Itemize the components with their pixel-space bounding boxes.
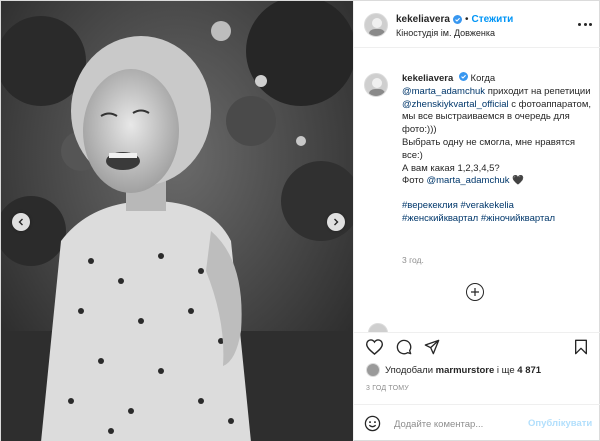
caption-timestamp: 3 год.: [402, 255, 424, 265]
caption-text: Фото: [402, 175, 424, 187]
share-icon[interactable]: [424, 339, 440, 358]
caption-text: Выбрать одну не смогла, мне нравятся все…: [402, 136, 575, 161]
post-timestamp[interactable]: 3 ГОД ТОМУ: [366, 385, 409, 392]
comment-icon[interactable]: [396, 339, 412, 358]
mention-link[interactable]: @marta_adamchuk: [426, 175, 509, 186]
caption-text: приходит на репетиции: [487, 85, 591, 97]
avatar[interactable]: [364, 13, 388, 37]
photo-image: [1, 1, 353, 441]
post-photo[interactable]: [1, 1, 353, 441]
hashtag-link[interactable]: #верекеклия: [402, 200, 458, 211]
separator-dot: •: [464, 14, 469, 25]
mention-link[interactable]: @zhenskiykvartal_official: [402, 99, 509, 110]
post-container: kekeliavera • Стежити Кіностудія ім. Дов…: [0, 0, 600, 441]
likes-summary[interactable]: Уподобали marmurstore і ще 4 871: [366, 363, 541, 377]
more-icon[interactable]: [578, 19, 592, 29]
username-link[interactable]: kekeliavera: [396, 14, 450, 25]
post-caption: kekeliavera Когда @marta_adamchuk приход…: [402, 72, 592, 226]
comment-input[interactable]: [394, 414, 524, 434]
publish-button[interactable]: Опублікувати: [528, 418, 592, 429]
caption-username[interactable]: kekeliavera: [402, 73, 453, 84]
plus-circle-icon[interactable]: [466, 283, 484, 301]
bookmark-icon[interactable]: [574, 339, 588, 358]
follow-button[interactable]: Стежити: [471, 14, 513, 25]
likes-prefix: Уподобали: [385, 364, 434, 376]
hashtag-link[interactable]: #жіночийквартал: [481, 213, 555, 224]
next-photo-button[interactable]: [327, 213, 345, 231]
post-header: kekeliavera • Стежити Кіностудія ім. Дов…: [354, 1, 600, 48]
partial-comment: [354, 319, 600, 333]
action-bar: [354, 333, 600, 361]
avatar[interactable]: [364, 73, 388, 97]
chevron-right-icon: [334, 218, 339, 226]
hashtag-link[interactable]: #женскийквартал: [402, 213, 478, 224]
mention-link[interactable]: @marta_adamchuk: [402, 86, 485, 97]
caption-text: А вам какая 1,2,3,4,5?: [402, 162, 500, 174]
caption-emoji: 🖤: [512, 175, 524, 187]
smiley-icon[interactable]: [364, 415, 381, 435]
liker-username[interactable]: marmurstore: [436, 365, 495, 376]
avatar[interactable]: [368, 323, 388, 332]
header-user-line: kekeliavera • Стежити: [396, 14, 513, 25]
likes-count[interactable]: 4 871: [517, 365, 541, 376]
comments-section: kekeliavera Когда @marta_adamchuk приход…: [354, 49, 600, 319]
location-link[interactable]: Кіностудія ім. Довженка: [396, 28, 495, 38]
hashtag-link[interactable]: #verakekelia: [461, 200, 514, 211]
verified-badge-icon: [452, 15, 462, 24]
hashtag-list: #верекеклия #verakekelia #женскийквартал…: [402, 200, 592, 226]
likes-middle: і ще: [496, 364, 515, 376]
post-sidebar: kekeliavera • Стежити Кіностудія ім. Дов…: [353, 1, 600, 441]
avatar: [366, 363, 380, 377]
heart-icon[interactable]: [365, 339, 384, 358]
add-comment-form: Опублікувати: [354, 404, 600, 441]
verified-badge-icon: [458, 72, 468, 81]
caption-text: Когда: [470, 73, 496, 84]
previous-photo-button[interactable]: [12, 213, 30, 231]
chevron-left-icon: [18, 218, 23, 226]
